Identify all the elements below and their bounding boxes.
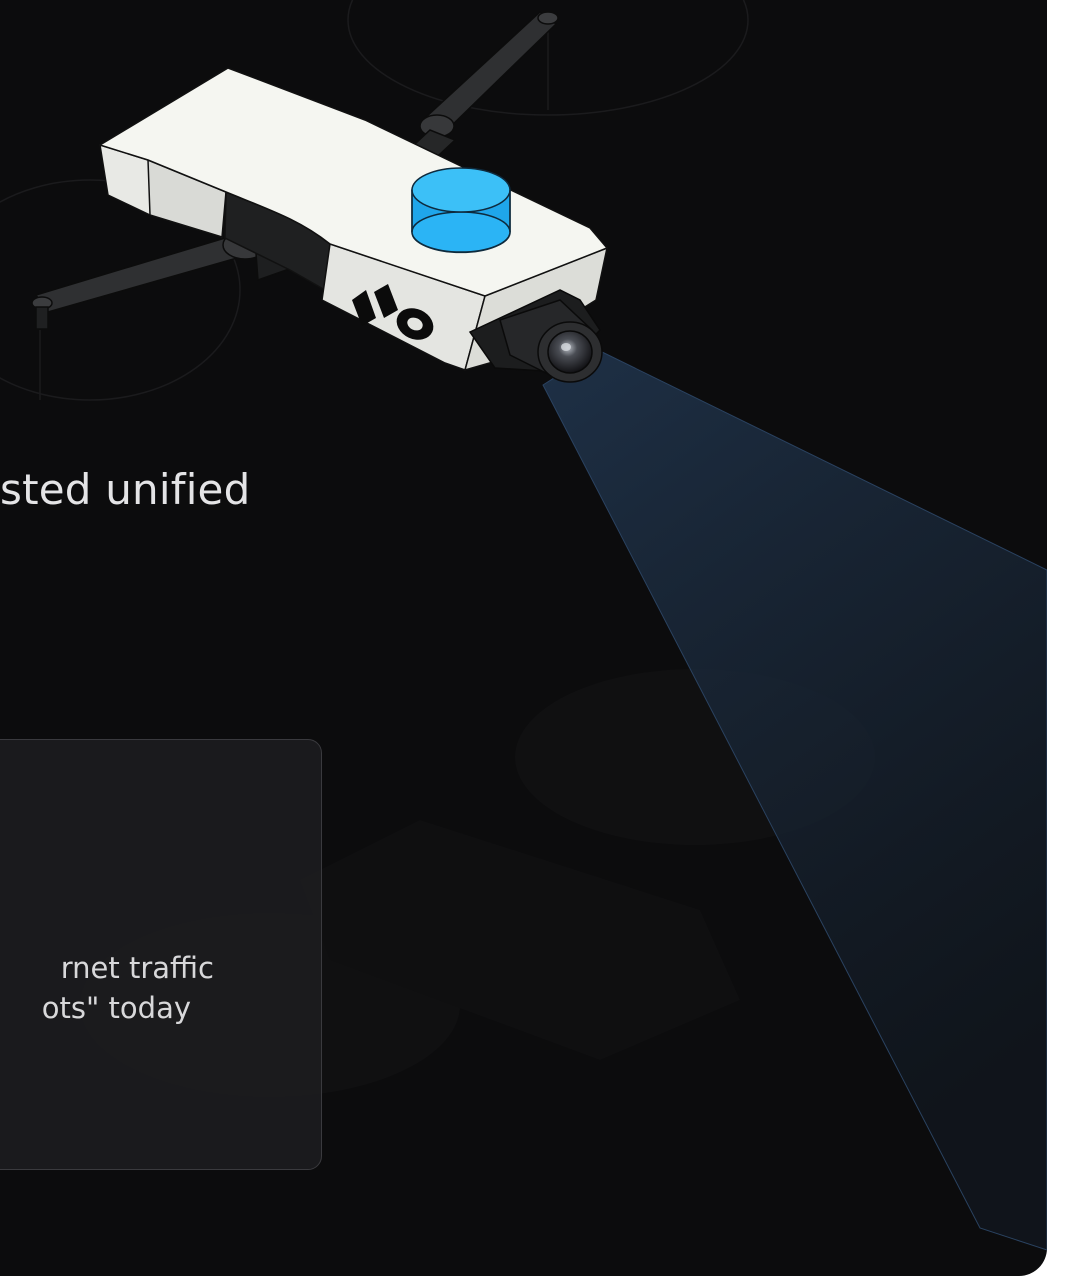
section-headline: sted unified	[0, 465, 251, 514]
drone-arm-rear	[398, 11, 559, 169]
sensor-dome	[411, 167, 511, 254]
stat-card-line-2: ots" today	[41, 991, 191, 1025]
stat-card-line-1: rnet traffic	[60, 951, 214, 985]
dark-feature-panel: sted unified rnet traffic ots" today	[0, 0, 1047, 1276]
stat-card-text: rnet traffic ots" today	[0, 948, 322, 1028]
